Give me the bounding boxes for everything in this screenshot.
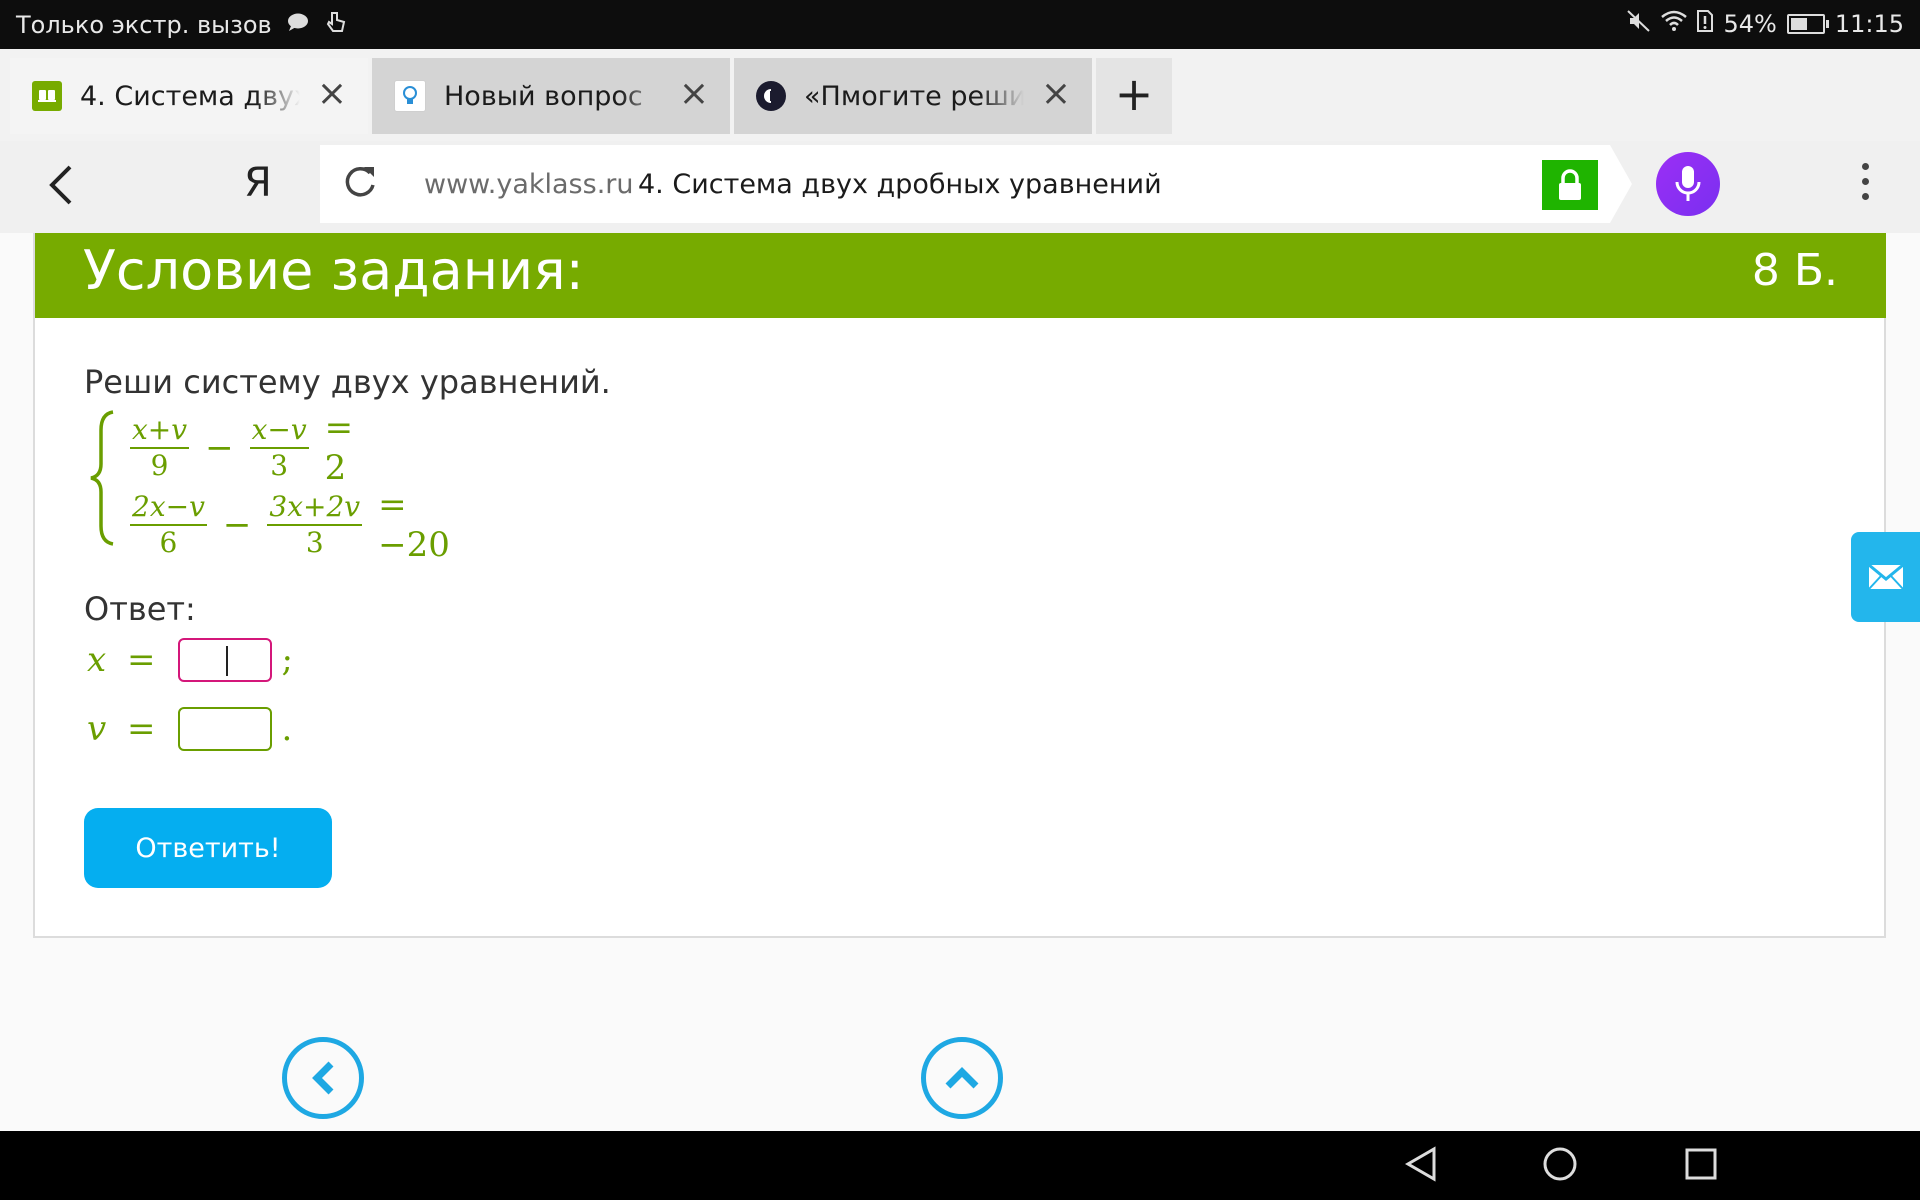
- microphone-icon: [1675, 166, 1701, 201]
- tab-answers[interactable]: «Пмогите решит ×: [734, 58, 1092, 134]
- reload-icon[interactable]: [340, 161, 380, 211]
- yandex-button[interactable]: Я: [244, 163, 272, 203]
- more-menu-icon[interactable]: [1858, 163, 1872, 208]
- curly-brace: [90, 410, 114, 546]
- answer-x-input[interactable]: [177, 638, 272, 682]
- tab-yaklass[interactable]: 4. Система двух д ×: [10, 58, 368, 134]
- mute-icon: [1627, 10, 1651, 38]
- equation-1: x+v 9 − x−v 3 = 2: [130, 408, 354, 488]
- battery-icon: [1786, 14, 1829, 34]
- clock: 11:15: [1834, 10, 1904, 38]
- system-navigation-bar: [0, 1131, 1920, 1200]
- close-icon[interactable]: ×: [676, 76, 712, 112]
- answer-label: Ответ:: [84, 590, 196, 628]
- answer-row-v: v = .: [87, 707, 293, 751]
- chevron-up-icon: [945, 1067, 979, 1089]
- yaklass-icon: [32, 81, 62, 111]
- new-tab-button[interactable]: +: [1096, 58, 1172, 134]
- scroll-top-button[interactable]: [921, 1037, 1003, 1119]
- task-card: Условие задания: 8 Б. Реши систему двух …: [33, 233, 1886, 938]
- answers-icon: [756, 81, 786, 111]
- plus-icon: +: [1114, 67, 1154, 121]
- system-recents-icon[interactable]: [1684, 1145, 1718, 1183]
- system-home-icon[interactable]: [1542, 1145, 1578, 1183]
- url-domain: www.yaklass.ru: [424, 169, 634, 200]
- status-bar: Только экстр. вызов 54% 11:15: [0, 0, 1920, 49]
- answer-v-input[interactable]: [177, 707, 272, 751]
- lock-icon[interactable]: [1542, 160, 1598, 210]
- carrier-text: Только экстр. вызов: [16, 11, 272, 39]
- tab-title: Новый вопрос: [444, 80, 643, 112]
- task-text: Реши систему двух уравнений.: [84, 363, 611, 401]
- lightbulb-icon: [394, 80, 426, 112]
- tab-strip: 4. Система двух д × Новый вопрос × «Пмог…: [0, 49, 1920, 141]
- equation-2: 2x−v 6 − 3x+2v 3 = −20: [130, 485, 450, 565]
- envelope-icon: [1867, 564, 1904, 590]
- battery-percent: 54%: [1723, 10, 1777, 38]
- sim-alert-icon: [1697, 10, 1714, 38]
- chat-bubble-icon: [286, 12, 310, 38]
- wifi-icon: [1661, 10, 1688, 38]
- close-icon[interactable]: ×: [1038, 76, 1074, 112]
- address-bar-row: Я www.yaklass.ru 4. Система двух дробных…: [0, 141, 1920, 233]
- previous-task-button[interactable]: [282, 1037, 364, 1119]
- url-page-title: 4. Система двух дробных уравнений: [638, 169, 1162, 200]
- card-heading: Условие задания:: [83, 239, 584, 302]
- tab-new-question[interactable]: Новый вопрос ×: [372, 58, 730, 134]
- submit-answer-button[interactable]: Ответить!: [84, 808, 332, 888]
- tab-title: 4. Система двух д: [80, 80, 300, 112]
- variable-label: x: [87, 640, 107, 680]
- url-field[interactable]: www.yaklass.ru 4. Система двух дробных у…: [320, 145, 1632, 223]
- close-icon[interactable]: ×: [314, 76, 350, 112]
- variable-label: v: [87, 709, 107, 749]
- system-back-icon[interactable]: [1404, 1145, 1438, 1183]
- chevron-left-icon: [312, 1061, 334, 1095]
- feedback-button[interactable]: [1851, 532, 1920, 622]
- tab-title: «Пмогите решит: [804, 80, 1024, 112]
- hand-pointer-icon: [324, 10, 346, 40]
- points-badge: 8 Б.: [1751, 245, 1838, 296]
- text-caret: [225, 646, 228, 676]
- voice-search-button[interactable]: [1656, 152, 1720, 216]
- chevron-left-icon: [49, 165, 72, 205]
- back-button[interactable]: [46, 163, 76, 215]
- card-header: Условие задания: 8 Б.: [35, 233, 1886, 318]
- answer-row-x: x = ;: [87, 638, 293, 682]
